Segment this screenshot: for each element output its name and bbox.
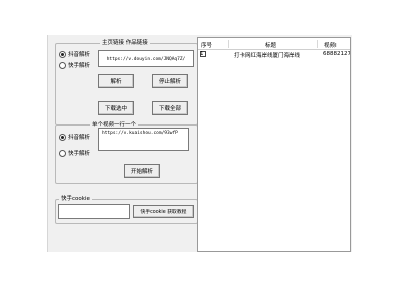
column-divider[interactable] xyxy=(228,40,229,48)
list-header: 序号 标题 视频I xyxy=(198,41,350,49)
single-video-group: 单个视频一行一个 抖音解析 快手解析 https://v.kuaishou.co… xyxy=(55,121,198,184)
radio-unselected-icon xyxy=(59,149,66,157)
link-input-group: 主页链接 作品链接 抖音解析 快手解析 https://v.douyin.com… xyxy=(55,39,198,125)
kuaishou-radio[interactable]: 快手解析 xyxy=(59,61,90,69)
cookie-input[interactable] xyxy=(58,204,130,219)
row-video-id: 6888212723 xyxy=(323,51,351,57)
download-all-button[interactable]: 下载全部 xyxy=(152,101,188,115)
cookie-group: 快手cookie 快手cookie 获取教程 xyxy=(55,195,198,224)
download-selected-button[interactable]: 下载选中 xyxy=(98,101,134,115)
radio-selected-icon xyxy=(59,133,66,141)
col-header-video-id[interactable]: 视频I xyxy=(324,41,337,49)
link-group-legend: 主页链接 作品链接 xyxy=(100,39,150,47)
radio-selected-icon xyxy=(59,50,66,58)
start-parse-button[interactable]: 开始解析 xyxy=(124,164,160,178)
kuaishou-radio-single[interactable]: 快手解析 xyxy=(59,149,90,157)
video-list[interactable]: 序号 标题 视频I 1 打卡网红海岸线厦门海岸线 6888212723 xyxy=(197,37,351,252)
header-divider xyxy=(198,49,350,50)
table-row[interactable]: 1 打卡网红海岸线厦门海岸线 6888212723 xyxy=(198,51,350,59)
parse-button[interactable]: 解析 xyxy=(98,74,134,88)
cookie-legend: 快手cookie xyxy=(59,195,92,203)
url-input[interactable]: https://v.douyin.com/JNQAq7Z/ xyxy=(98,50,194,67)
radio-unselected-icon xyxy=(59,61,66,69)
video-url-textarea[interactable]: https://v.kuaishou.com/93wfP xyxy=(98,128,189,151)
column-divider[interactable] xyxy=(317,40,318,48)
row-title: 打卡网红海岸线厦门海岸线 xyxy=(234,53,301,59)
stop-parse-button[interactable]: 停止解析 xyxy=(152,74,188,88)
row-index: 1 xyxy=(200,51,204,57)
col-header-index[interactable]: 序号 xyxy=(201,41,212,49)
douyin-radio[interactable]: 抖音解析 xyxy=(59,50,90,58)
col-header-title[interactable]: 标题 xyxy=(265,41,276,49)
douyin-radio-single[interactable]: 抖音解析 xyxy=(59,133,90,141)
get-cookie-tutorial-button[interactable]: 快手cookie 获取教程 xyxy=(133,205,194,218)
